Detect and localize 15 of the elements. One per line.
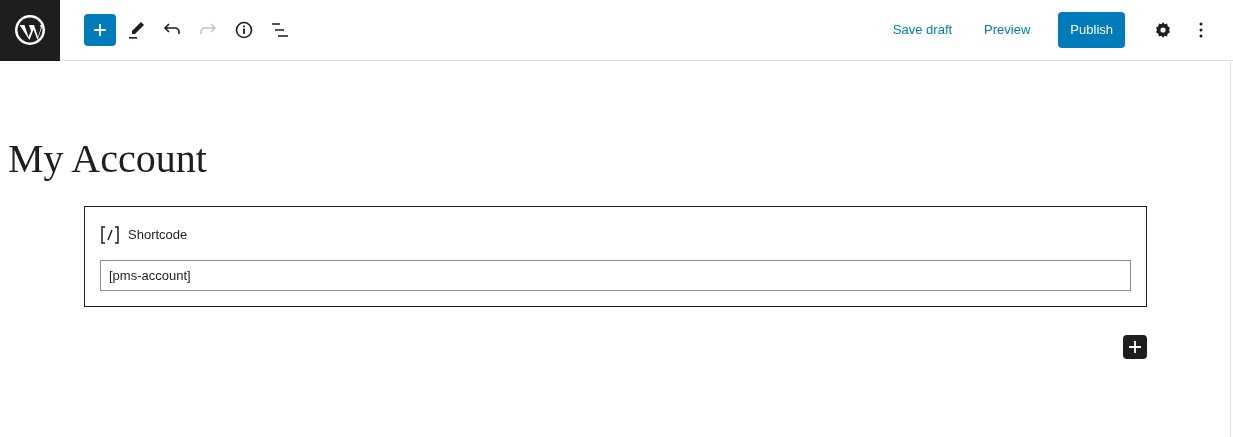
shortcode-block[interactable]: Shortcode [pms-account] <box>84 206 1147 307</box>
post-title[interactable]: My Account <box>8 135 1230 183</box>
add-block-button[interactable] <box>1123 334 1147 359</box>
preview-button[interactable]: Preview <box>972 12 1043 48</box>
more-icon <box>1199 22 1203 38</box>
save-draft-button[interactable]: Save draft <box>880 12 965 48</box>
plus-icon <box>92 22 108 38</box>
settings-icon <box>1153 20 1173 40</box>
shortcode-field[interactable]: [pms-account] <box>100 259 1131 291</box>
plus-icon <box>1128 339 1142 354</box>
block-label: Shortcode <box>128 226 188 244</box>
wordpress-logo[interactable] <box>0 0 60 61</box>
wordpress-icon <box>14 14 46 46</box>
publish-button[interactable]: Publish <box>1058 12 1125 48</box>
shortcode-icon <box>100 225 120 244</box>
